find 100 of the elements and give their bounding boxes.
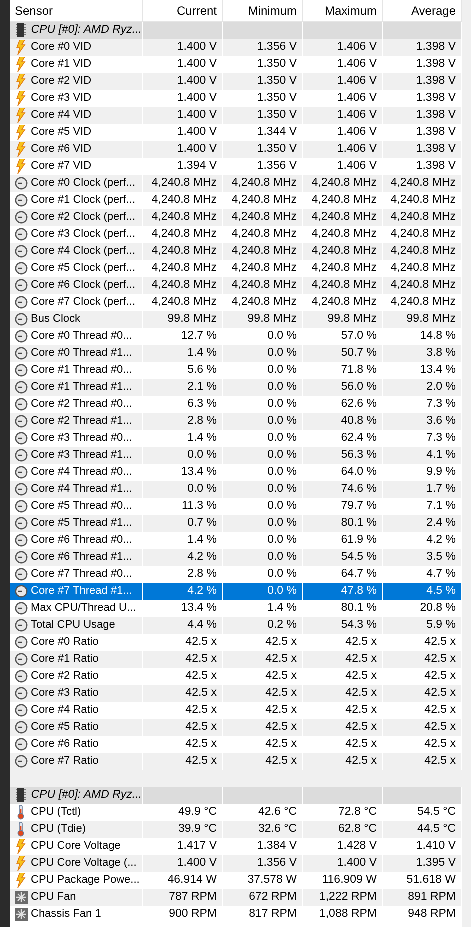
- column-header[interactable]: Minimum: [223, 0, 303, 21]
- sensor-label: Core #2 Clock (perf...: [31, 210, 136, 226]
- sensor-label: Total CPU Usage: [31, 618, 116, 634]
- value-cell-text: 0.0 %: [268, 464, 297, 480]
- sensor-label: Core #7 Thread #1...: [31, 584, 132, 600]
- value-cell-text: 900 RPM: [169, 906, 217, 922]
- group-header-row[interactable]: CPU [#0]: AMD Ryz...: [10, 787, 462, 804]
- thermometer-icon: [17, 822, 25, 837]
- sensor-label: Core #3 Ratio: [31, 686, 99, 702]
- group-header-row[interactable]: CPU [#0]: AMD Ryz...: [10, 22, 462, 39]
- value-cell-text: 56.0 %: [341, 380, 377, 395]
- value-cell-text: 13.4 %: [181, 600, 217, 616]
- sensor-row[interactable]: Total CPU Usage 4.4 % 0.2 % 54.3 % 5.9 %: [10, 617, 462, 634]
- column-header[interactable]: Average: [383, 0, 462, 21]
- sensor-row[interactable]: CPU Core Voltage (... 1.400 V 1.356 V 1.400 V 1.395 V: [10, 855, 462, 872]
- value-cell-text: 4.2 %: [426, 532, 456, 548]
- sensor-row[interactable]: Core #6 VID 1.400 V 1.350 V 1.406 V 1.398 V: [10, 141, 462, 158]
- value-cell-text: 0.0 %: [268, 584, 297, 599]
- value-cell-text: 4,240.8 MHz: [390, 260, 456, 276]
- chip-icon: [16, 23, 26, 38]
- sensor-row[interactable]: Core #4 Thread #1... 0.0 % 0.0 % 74.6 % 1.7 %: [10, 481, 462, 498]
- sensor-row[interactable]: Core #5 Thread #1... 0.7 % 0.0 % 80.1 % 2.4 %: [10, 515, 462, 532]
- sensor-row[interactable]: Core #0 Clock (perf... 4,240.8 MHz 4,240.8 MHz 4,240.8 MHz 4,240.8 MHz: [10, 175, 462, 192]
- lightning-icon: [16, 142, 26, 157]
- sensor-label: Core #7 Ratio: [31, 754, 99, 770]
- value-cell-text: 891 RPM: [408, 890, 456, 905]
- sensor-label: Core #2 Thread #1...: [31, 414, 132, 430]
- sensor-row[interactable]: Core #0 Thread #1... 1.4 % 0.0 % 50.7 % 3.8 %: [10, 345, 462, 362]
- sensor-row[interactable]: Core #2 Clock (perf... 4,240.8 MHz 4,240.8 MHz 4,240.8 MHz 4,240.8 MHz: [10, 209, 462, 226]
- value-cell-text: 1.398 V: [416, 40, 456, 55]
- value-cell-text: 39.9 °C: [178, 822, 217, 837]
- value-cell-text: 0.2 %: [268, 618, 297, 633]
- value-cell-text: 11.3 %: [182, 498, 217, 514]
- value-cell-text: 61.9 %: [341, 532, 377, 548]
- sensor-row[interactable]: Core #1 Ratio 42.5 x 42.5 x 42.5 x 42.5 x: [10, 651, 462, 668]
- value-cell-text: 1.400 V: [177, 142, 217, 157]
- value-cell-text: 4,240.8 MHz: [312, 210, 377, 225]
- value-cell-text: 99.8 MHz: [328, 312, 377, 327]
- sensor-row[interactable]: Core #6 Thread #1... 4.2 % 0.0 % 54.5 % 3.5 %: [10, 549, 462, 566]
- sensor-label: Core #6 Thread #0...: [31, 533, 132, 548]
- sensor-label: Core #5 VID: [31, 125, 92, 140]
- sensor-row[interactable]: CPU Fan 787 RPM 672 RPM 1,222 RPM 891 RPM: [10, 889, 462, 906]
- gauge-icon: [14, 568, 28, 581]
- sensor-label: Core #1 Clock (perf...: [31, 193, 136, 208]
- value-cell-text: 4,240.8 MHz: [232, 226, 297, 242]
- value-cell-text: 1.398 V: [416, 158, 456, 174]
- value-cell-text: 0.0 %: [268, 532, 297, 548]
- column-header[interactable]: Sensor: [10, 0, 143, 21]
- value-cell-text: 0.0 %: [268, 482, 297, 497]
- thermometer-icon: [17, 805, 25, 820]
- value-cell-text: 3.6 %: [426, 414, 456, 429]
- value-cell-text: 0.0 %: [268, 516, 297, 531]
- gauge-icon: [14, 721, 28, 734]
- value-cell-text: 4,240.8 MHz: [232, 260, 297, 276]
- value-cell-text: 1.406 V: [337, 56, 377, 72]
- column-header[interactable]: Maximum: [303, 0, 383, 21]
- sensor-row[interactable]: Core #7 Thread #1... 4.2 % 0.0 % 47.8 % 4.5 %: [10, 583, 462, 600]
- value-cell-text: 1,222 RPM: [319, 890, 377, 905]
- sensor-label: Core #6 Ratio: [31, 737, 99, 752]
- sensor-row[interactable]: Bus Clock 99.8 MHz 99.8 MHz 99.8 MHz 99.8 MHz: [10, 311, 462, 328]
- value-cell-text: 0.0 %: [268, 396, 297, 412]
- sensor-row[interactable]: Core #7 Ratio 42.5 x 42.5 x 42.5 x 42.5 x: [10, 753, 462, 770]
- value-cell-text: 1.4 %: [188, 430, 217, 446]
- sensor-row[interactable]: Core #6 Clock (perf... 4,240.8 MHz 4,240.8 MHz 4,240.8 MHz 4,240.8 MHz: [10, 277, 462, 294]
- sensor-row[interactable]: Core #1 Thread #1... 2.1 % 0.0 % 56.0 % 2.0 %: [10, 379, 462, 396]
- sensor-row[interactable]: Core #4 VID 1.400 V 1.350 V 1.406 V 1.398 V: [10, 107, 462, 124]
- sensor-label: Core #4 Thread #1...: [31, 482, 132, 498]
- sensor-label: Core #3 Clock (perf...: [31, 227, 136, 242]
- sensor-row[interactable]: Core #3 Thread #1... 0.0 % 0.0 % 56.3 % 4.1 %: [10, 447, 462, 464]
- sensor-row[interactable]: Core #2 VID 1.400 V 1.350 V 1.406 V 1.398 V: [10, 73, 462, 90]
- value-cell-text: 1.356 V: [257, 158, 297, 174]
- sensor-label: Core #2 VID: [31, 74, 92, 90]
- sensor-row[interactable]: Core #4 Clock (perf... 4,240.8 MHz 4,240.8 MHz 4,240.8 MHz 4,240.8 MHz: [10, 243, 462, 260]
- value-cell-text: 4,240.8 MHz: [152, 176, 217, 191]
- sensor-row[interactable]: Core #3 Ratio 42.5 x 42.5 x 42.5 x 42.5 x: [10, 685, 462, 702]
- sensor-row[interactable]: Core #0 VID 1.400 V 1.356 V 1.406 V 1.398 V: [10, 39, 462, 56]
- value-cell-text: 1.350 V: [257, 142, 297, 157]
- value-cell-text: 14.8 %: [420, 328, 456, 344]
- value-cell-text: 62.8 °C: [338, 822, 377, 837]
- column-header[interactable]: Current: [143, 0, 223, 21]
- value-cell-text: 9.9 %: [426, 464, 456, 480]
- value-cell-text: 1.406 V: [337, 158, 377, 174]
- gauge-icon: [14, 602, 28, 615]
- sensor-row[interactable]: Core #5 Ratio 42.5 x 42.5 x 42.5 x 42.5 x: [10, 719, 462, 736]
- sensor-row[interactable]: Core #2 Thread #1... 2.8 % 0.0 % 40.8 % 3.6 %: [10, 413, 462, 430]
- value-cell-text: 1.350 V: [257, 108, 297, 123]
- sensor-label: Max CPU/Thread U...: [31, 601, 136, 616]
- value-cell-text: 56.3 %: [341, 448, 377, 463]
- lightning-icon: [16, 108, 26, 123]
- value-cell-text: 62.4 %: [341, 430, 377, 446]
- value-cell-text: 1.398 V: [416, 124, 456, 140]
- sensor-label: Core #0 Thread #1...: [31, 346, 132, 362]
- value-cell-text: 42.5 x: [346, 720, 377, 735]
- value-cell-text: 2.1 %: [188, 380, 217, 395]
- value-cell-text: 42.5 x: [346, 702, 377, 718]
- value-cell-text: 0.0 %: [268, 362, 297, 378]
- value-cell-text: 4.5 %: [426, 584, 456, 599]
- sensor-row[interactable]: CPU (Tdie) 39.9 °C 32.6 °C 62.8 °C 44.5 °C: [10, 821, 462, 838]
- value-cell-text: 1.350 V: [257, 90, 297, 106]
- value-cell-text: 99.8 MHz: [248, 312, 297, 327]
